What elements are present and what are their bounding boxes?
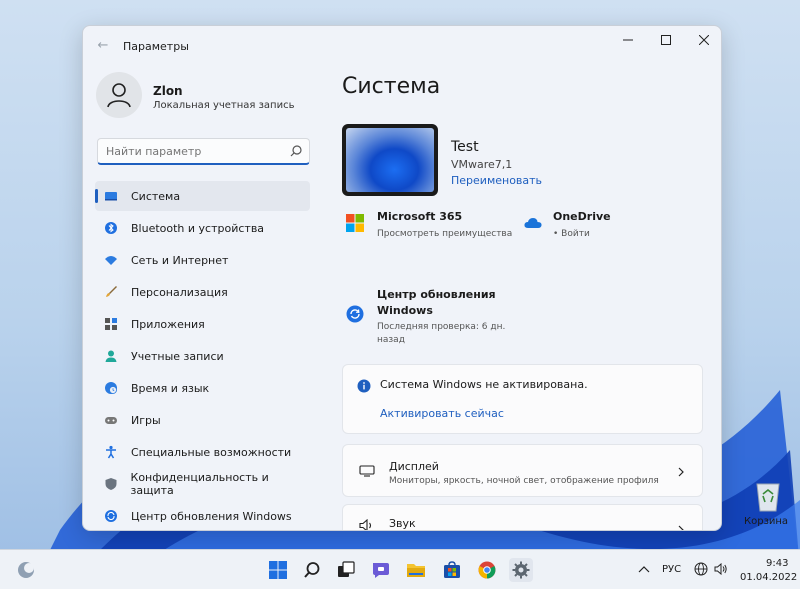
sidebar-item-label: Центр обновления Windows xyxy=(131,509,292,523)
windows-update-icon[interactable] xyxy=(346,305,364,323)
search-icon[interactable] xyxy=(289,144,303,158)
info-icon xyxy=(357,379,371,393)
chevron-up-icon[interactable] xyxy=(638,565,650,573)
activate-now-link[interactable]: Активировать сейчас xyxy=(380,407,504,420)
wifi-icon xyxy=(103,252,119,268)
sidebar-nav: Система Bluetooth и устройства Сеть и Ин… xyxy=(95,181,310,530)
sidebar-item-label: Игры xyxy=(131,413,161,427)
teams-chat-icon[interactable] xyxy=(369,558,393,582)
search-input[interactable] xyxy=(97,138,310,165)
activation-message: Система Windows не активирована. xyxy=(380,378,588,391)
network-globe-icon[interactable] xyxy=(694,562,708,576)
display-settings-row[interactable]: Дисплей Мониторы, яркость, ночной свет, … xyxy=(342,444,703,497)
chevron-right-icon xyxy=(678,467,684,477)
sound-title: Звук xyxy=(389,517,416,530)
widgets-icon[interactable] xyxy=(14,558,38,582)
update-subtitle-line1: Последняя проверка: 6 дн. xyxy=(377,322,506,332)
update-icon xyxy=(103,508,119,524)
clock-time[interactable]: 9:43 xyxy=(766,558,788,569)
gamepad-icon xyxy=(103,412,119,428)
system-icon xyxy=(103,188,119,204)
rename-link[interactable]: Переименовать xyxy=(451,174,542,187)
settings-window: ← Параметры Zlon Локальная учетная запис… xyxy=(82,25,722,531)
sidebar-item-label: Конфиденциальность и защита xyxy=(130,471,269,497)
windows-logo-icon xyxy=(269,561,287,579)
sidebar-item-gaming[interactable]: Игры xyxy=(95,405,310,435)
bluetooth-icon xyxy=(103,220,119,236)
gear-icon xyxy=(512,561,530,579)
sidebar-item-label: Сеть и Интернет xyxy=(131,253,229,267)
user-name: Zlon xyxy=(153,84,183,98)
back-arrow-icon[interactable]: ← xyxy=(95,38,111,54)
minimize-icon xyxy=(623,39,633,41)
device-name: Test xyxy=(451,139,479,155)
sidebar-item-label: Специальные возможности xyxy=(131,445,292,459)
accessibility-icon xyxy=(103,444,119,460)
sound-settings-row[interactable]: Звук xyxy=(342,504,703,530)
taskbar: РУС 9:43 01.04.2022 xyxy=(0,549,800,589)
task-view-icon[interactable] xyxy=(334,558,358,582)
microsoft365-icon[interactable] xyxy=(346,214,364,232)
sidebar-item-label: Bluetooth и устройства xyxy=(131,221,265,235)
sidebar-item-label: Персонализация xyxy=(131,285,228,299)
sidebar-item-label: Учетные записи xyxy=(131,349,224,363)
avatar[interactable] xyxy=(96,72,142,118)
sidebar-item-privacy[interactable]: Конфиденциальность и защита xyxy=(95,469,310,499)
volume-icon[interactable] xyxy=(714,563,728,575)
clock-date[interactable]: 01.04.2022 xyxy=(740,572,797,583)
microsoft-store-icon[interactable] xyxy=(440,558,464,582)
maximize-button[interactable] xyxy=(647,26,685,54)
sidebar-item-label: Система xyxy=(131,189,181,203)
onedrive-subtitle: • Войти xyxy=(553,229,590,239)
speaker-icon xyxy=(359,519,372,530)
monitor-icon xyxy=(359,465,375,477)
input-language[interactable]: РУС xyxy=(662,564,681,575)
sidebar-item-system[interactable]: Система xyxy=(95,181,310,211)
user-account-type: Локальная учетная запись xyxy=(153,100,295,111)
maximize-icon xyxy=(661,35,671,45)
onedrive-title[interactable]: OneDrive xyxy=(553,210,611,223)
ms365-subtitle: Просмотреть преимущества xyxy=(377,229,513,239)
device-model: VMware7,1 xyxy=(451,158,513,171)
update-title-line1[interactable]: Центр обновления xyxy=(377,288,496,301)
update-title-line2[interactable]: Windows xyxy=(377,304,433,317)
brush-icon xyxy=(103,284,119,300)
search-taskbar-icon[interactable] xyxy=(300,558,324,582)
minimize-button[interactable] xyxy=(609,26,647,54)
start-button[interactable] xyxy=(266,558,290,582)
device-wallpaper-thumbnail xyxy=(342,124,438,196)
display-title: Дисплей xyxy=(389,460,439,473)
apps-icon xyxy=(103,316,119,332)
person-avatar-icon xyxy=(107,83,131,108)
sidebar-item-label: Время и язык xyxy=(131,381,210,395)
page-title: Система xyxy=(342,74,441,99)
sidebar-item-personalization[interactable]: Персонализация xyxy=(95,277,310,307)
display-subtitle: Мониторы, яркость, ночной свет, отображе… xyxy=(389,476,659,486)
sidebar-item-time-language[interactable]: Время и язык xyxy=(95,373,310,403)
activation-card: Система Windows не активирована. Активир… xyxy=(342,364,703,434)
recycle-bin-label: Корзина xyxy=(744,516,789,527)
close-icon xyxy=(699,35,709,45)
window-title: Параметры xyxy=(123,40,189,53)
settings-taskbar-icon[interactable] xyxy=(509,558,533,582)
onedrive-icon[interactable] xyxy=(524,217,542,229)
close-button[interactable] xyxy=(685,26,721,54)
sidebar-item-network[interactable]: Сеть и Интернет xyxy=(95,245,310,275)
sidebar-item-accessibility[interactable]: Специальные возможности xyxy=(95,437,310,467)
person-icon xyxy=(103,348,119,364)
sidebar-item-bluetooth[interactable]: Bluetooth и устройства xyxy=(95,213,310,243)
ms365-title[interactable]: Microsoft 365 xyxy=(377,210,462,223)
title-bar: ← Параметры xyxy=(83,26,721,66)
sidebar-item-label: Приложения xyxy=(131,317,205,331)
chrome-icon[interactable] xyxy=(475,558,499,582)
sidebar-item-accounts[interactable]: Учетные записи xyxy=(95,341,310,371)
update-subtitle-line2: назад xyxy=(377,335,405,345)
globe-clock-icon xyxy=(103,380,119,396)
sidebar-item-windows-update[interactable]: Центр обновления Windows xyxy=(95,501,310,530)
recycle-bin-icon[interactable] xyxy=(753,478,783,512)
shield-icon xyxy=(103,476,119,492)
file-explorer-icon[interactable] xyxy=(404,558,428,582)
sidebar-item-apps[interactable]: Приложения xyxy=(95,309,310,339)
chevron-right-icon xyxy=(678,525,684,530)
